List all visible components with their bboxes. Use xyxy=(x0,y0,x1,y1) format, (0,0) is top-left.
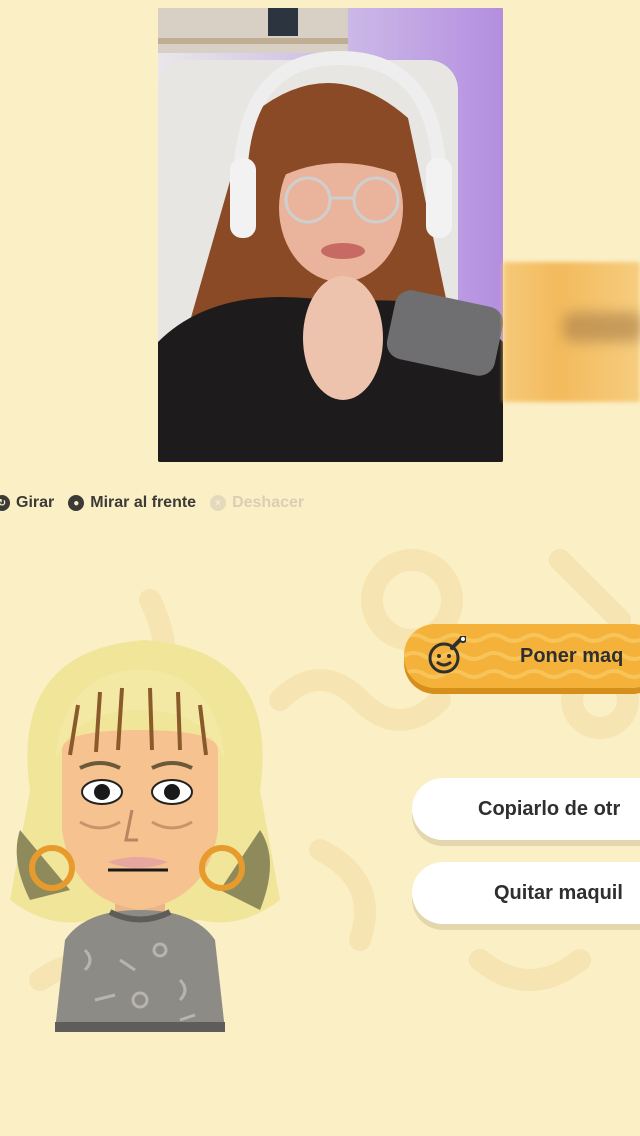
remove-makeup-button[interactable]: Quitar maquil xyxy=(412,862,640,924)
undo-control[interactable]: × Deshacer xyxy=(210,494,304,512)
copy-from-other-button[interactable]: Copiarlo de otr xyxy=(412,778,640,840)
blurred-side-panel xyxy=(503,262,640,402)
apply-makeup-button[interactable]: Poner maq xyxy=(404,624,640,688)
face-front-control[interactable]: ● Mirar al frente xyxy=(68,494,196,512)
copy-from-other-label: Copiarlo de otr xyxy=(478,797,621,820)
mii-avatar xyxy=(10,640,280,1032)
rotate-label: Girar xyxy=(16,494,55,511)
control-hints-bar: ↻ Girar ● Mirar al frente × Deshacer xyxy=(0,491,304,515)
remove-makeup-label: Quitar maquil xyxy=(494,881,623,904)
undo-icon: × xyxy=(210,495,227,511)
apply-makeup-label: Poner maq xyxy=(520,644,624,667)
face-front-label: Mirar al frente xyxy=(90,494,197,511)
rotate-icon: ↻ xyxy=(0,495,10,511)
face-front-icon: ● xyxy=(68,495,85,511)
rotate-control[interactable]: ↻ Girar xyxy=(0,494,54,512)
undo-label: Deshacer xyxy=(232,494,305,511)
webcam-feed xyxy=(158,8,503,462)
makeup-face-icon xyxy=(428,636,466,674)
